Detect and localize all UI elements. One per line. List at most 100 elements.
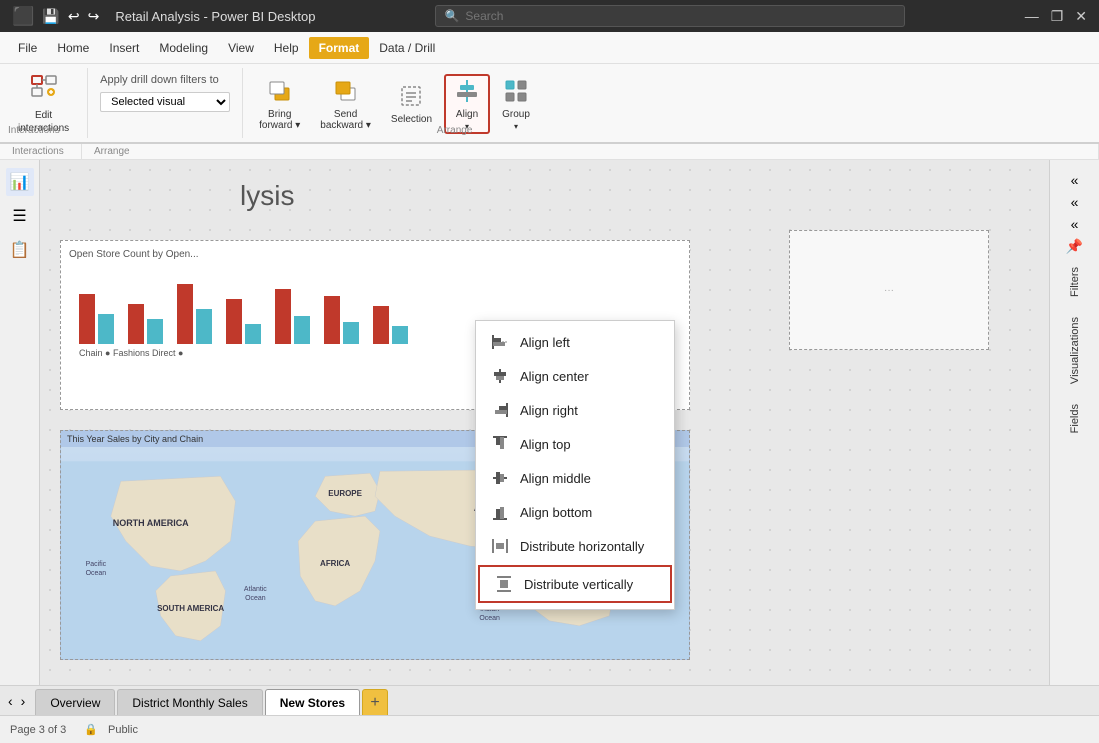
align-middle-label: Align middle — [520, 471, 591, 486]
right-panels: « « « 📌 Filters Visualizations Fields — [1049, 160, 1099, 685]
align-bottom-item[interactable]: Align bottom — [476, 495, 674, 529]
align-bottom-label: Align bottom — [520, 505, 592, 520]
arrange-section-label: Arrange — [437, 125, 473, 136]
chart-title: lysis — [240, 180, 294, 212]
window-controls: — ❐ ✕ — [1025, 8, 1087, 25]
tab-district-monthly-sales[interactable]: District Monthly Sales — [117, 689, 262, 715]
visualizations-label[interactable]: Visualizations — [1065, 309, 1085, 392]
drill-select[interactable]: Selected visual — [100, 92, 230, 112]
align-dropdown[interactable]: Align left Align center — [475, 320, 675, 610]
legend-text: Chain ● Fashions Direct ● — [79, 348, 183, 358]
bar-5 — [177, 284, 193, 344]
label-interactions: Interactions — [0, 144, 82, 159]
table-view-icon[interactable]: ☰ — [6, 202, 34, 230]
distribute-horizontally-item[interactable]: Distribute horizontally — [476, 529, 674, 563]
svg-text:Atlantic: Atlantic — [244, 586, 267, 593]
bar-3 — [128, 304, 144, 344]
send-backward-icon — [333, 78, 359, 107]
collapse-icon-2[interactable]: « — [1071, 194, 1079, 210]
bar-8 — [245, 324, 261, 344]
align-middle-item[interactable]: Align middle — [476, 461, 674, 495]
distribute-vertically-item[interactable]: Distribute vertically — [478, 565, 672, 603]
align-left-label: Align left — [520, 335, 570, 350]
align-middle-icon — [490, 468, 510, 488]
bar-10 — [294, 316, 310, 344]
model-view-icon[interactable]: 📋 — [6, 236, 34, 264]
align-right-item[interactable]: Align right — [476, 393, 674, 427]
title-bar-undo-icon[interactable]: ↩ — [68, 8, 80, 25]
menu-insert[interactable]: Insert — [99, 37, 149, 59]
menu-home[interactable]: Home — [47, 37, 99, 59]
menu-file[interactable]: File — [8, 37, 47, 59]
svg-text:Ocean: Ocean — [245, 595, 266, 602]
send-backward-button[interactable]: Send backward ▾ — [312, 74, 379, 134]
visibility-status: Public — [108, 724, 138, 736]
drill-label: Apply drill down filters to — [100, 74, 230, 86]
align-right-icon — [490, 400, 510, 420]
group-button[interactable]: Group ▾ — [494, 74, 538, 134]
distribute-horizontally-icon — [490, 536, 510, 556]
align-left-item[interactable]: Align left — [476, 325, 674, 359]
close-button[interactable]: ✕ — [1075, 8, 1087, 25]
send-backward-label: Send backward ▾ — [320, 109, 371, 131]
menu-format[interactable]: Format — [309, 37, 370, 59]
lock-icon: 🔒 — [84, 723, 98, 736]
bar-1 — [79, 294, 95, 344]
label-arrange: Arrange — [82, 144, 1099, 159]
canvas-area: lysis Open Store Count by Open... — [40, 160, 1049, 685]
distribute-vertically-label: Distribute vertically — [524, 577, 633, 592]
pin-icon[interactable]: 📌 — [1066, 238, 1083, 255]
filters-label[interactable]: Filters — [1065, 259, 1085, 305]
search-icon: 🔍 — [444, 9, 459, 23]
align-icon — [454, 78, 480, 107]
title-bar-redo-icon[interactable]: ↪ — [88, 8, 100, 25]
fields-label[interactable]: Fields — [1065, 396, 1085, 441]
menu-modeling[interactable]: Modeling — [149, 37, 218, 59]
bring-forward-icon — [267, 78, 293, 107]
menu-view[interactable]: View — [218, 37, 264, 59]
align-left-icon — [490, 332, 510, 352]
report-view-icon[interactable]: 📊 — [6, 168, 34, 196]
align-top-icon — [490, 434, 510, 454]
search-box[interactable]: 🔍 — [435, 5, 904, 27]
align-center-item[interactable]: Align center — [476, 359, 674, 393]
title-bar-save-icon[interactable]: 💾 — [42, 8, 59, 25]
selection-button[interactable]: Selection — [383, 74, 440, 134]
svg-text:SOUTH AMERICA: SOUTH AMERICA — [157, 604, 224, 613]
menu-bar: File Home Insert Modeling View Help Form… — [0, 32, 1099, 64]
bar-14 — [392, 326, 408, 344]
align-top-item[interactable]: Align top — [476, 427, 674, 461]
tab-overview[interactable]: Overview — [35, 689, 115, 715]
maximize-button[interactable]: ❐ — [1051, 8, 1064, 25]
bar-13 — [373, 306, 389, 344]
edit-interactions-button[interactable]: Edit interactions — [12, 73, 75, 133]
small-chart-placeholder: ··· — [790, 231, 988, 349]
bring-forward-label: Bring forward ▾ — [259, 109, 300, 131]
page-indicator: Page 3 of 3 — [10, 724, 66, 736]
group-label: Group — [502, 109, 530, 120]
menu-data-drill[interactable]: Data / Drill — [369, 37, 445, 59]
bar-chart-label: Open Store Count by Open... — [69, 249, 681, 260]
menu-help[interactable]: Help — [264, 37, 309, 59]
minimize-button[interactable]: — — [1025, 8, 1039, 25]
bar-9 — [275, 289, 291, 344]
align-bottom-icon — [490, 502, 510, 522]
bar-7 — [226, 299, 242, 344]
align-top-label: Align top — [520, 437, 571, 452]
collapse-icon-1[interactable]: « — [1071, 172, 1079, 188]
add-tab-button[interactable]: + — [362, 689, 388, 715]
interactions-section: Edit interactions Interactions — [0, 68, 88, 138]
status-bar: Page 3 of 3 🔒 Public — [0, 715, 1099, 743]
next-page-button[interactable]: › — [21, 693, 26, 709]
search-input[interactable] — [465, 9, 895, 23]
main-area: 📊 ☰ 📋 lysis Open Store Count by Open... — [0, 160, 1099, 685]
selection-icon — [398, 83, 424, 112]
bring-forward-button[interactable]: Bring forward ▾ — [251, 74, 308, 134]
group-chevron: ▾ — [514, 122, 518, 131]
collapse-icon-3[interactable]: « — [1071, 216, 1079, 232]
prev-page-button[interactable]: ‹ — [8, 693, 13, 709]
small-chart-box[interactable]: ··· — [789, 230, 989, 350]
bar-11 — [324, 296, 340, 344]
tab-new-stores[interactable]: New Stores — [265, 689, 360, 715]
selection-label: Selection — [391, 114, 432, 125]
